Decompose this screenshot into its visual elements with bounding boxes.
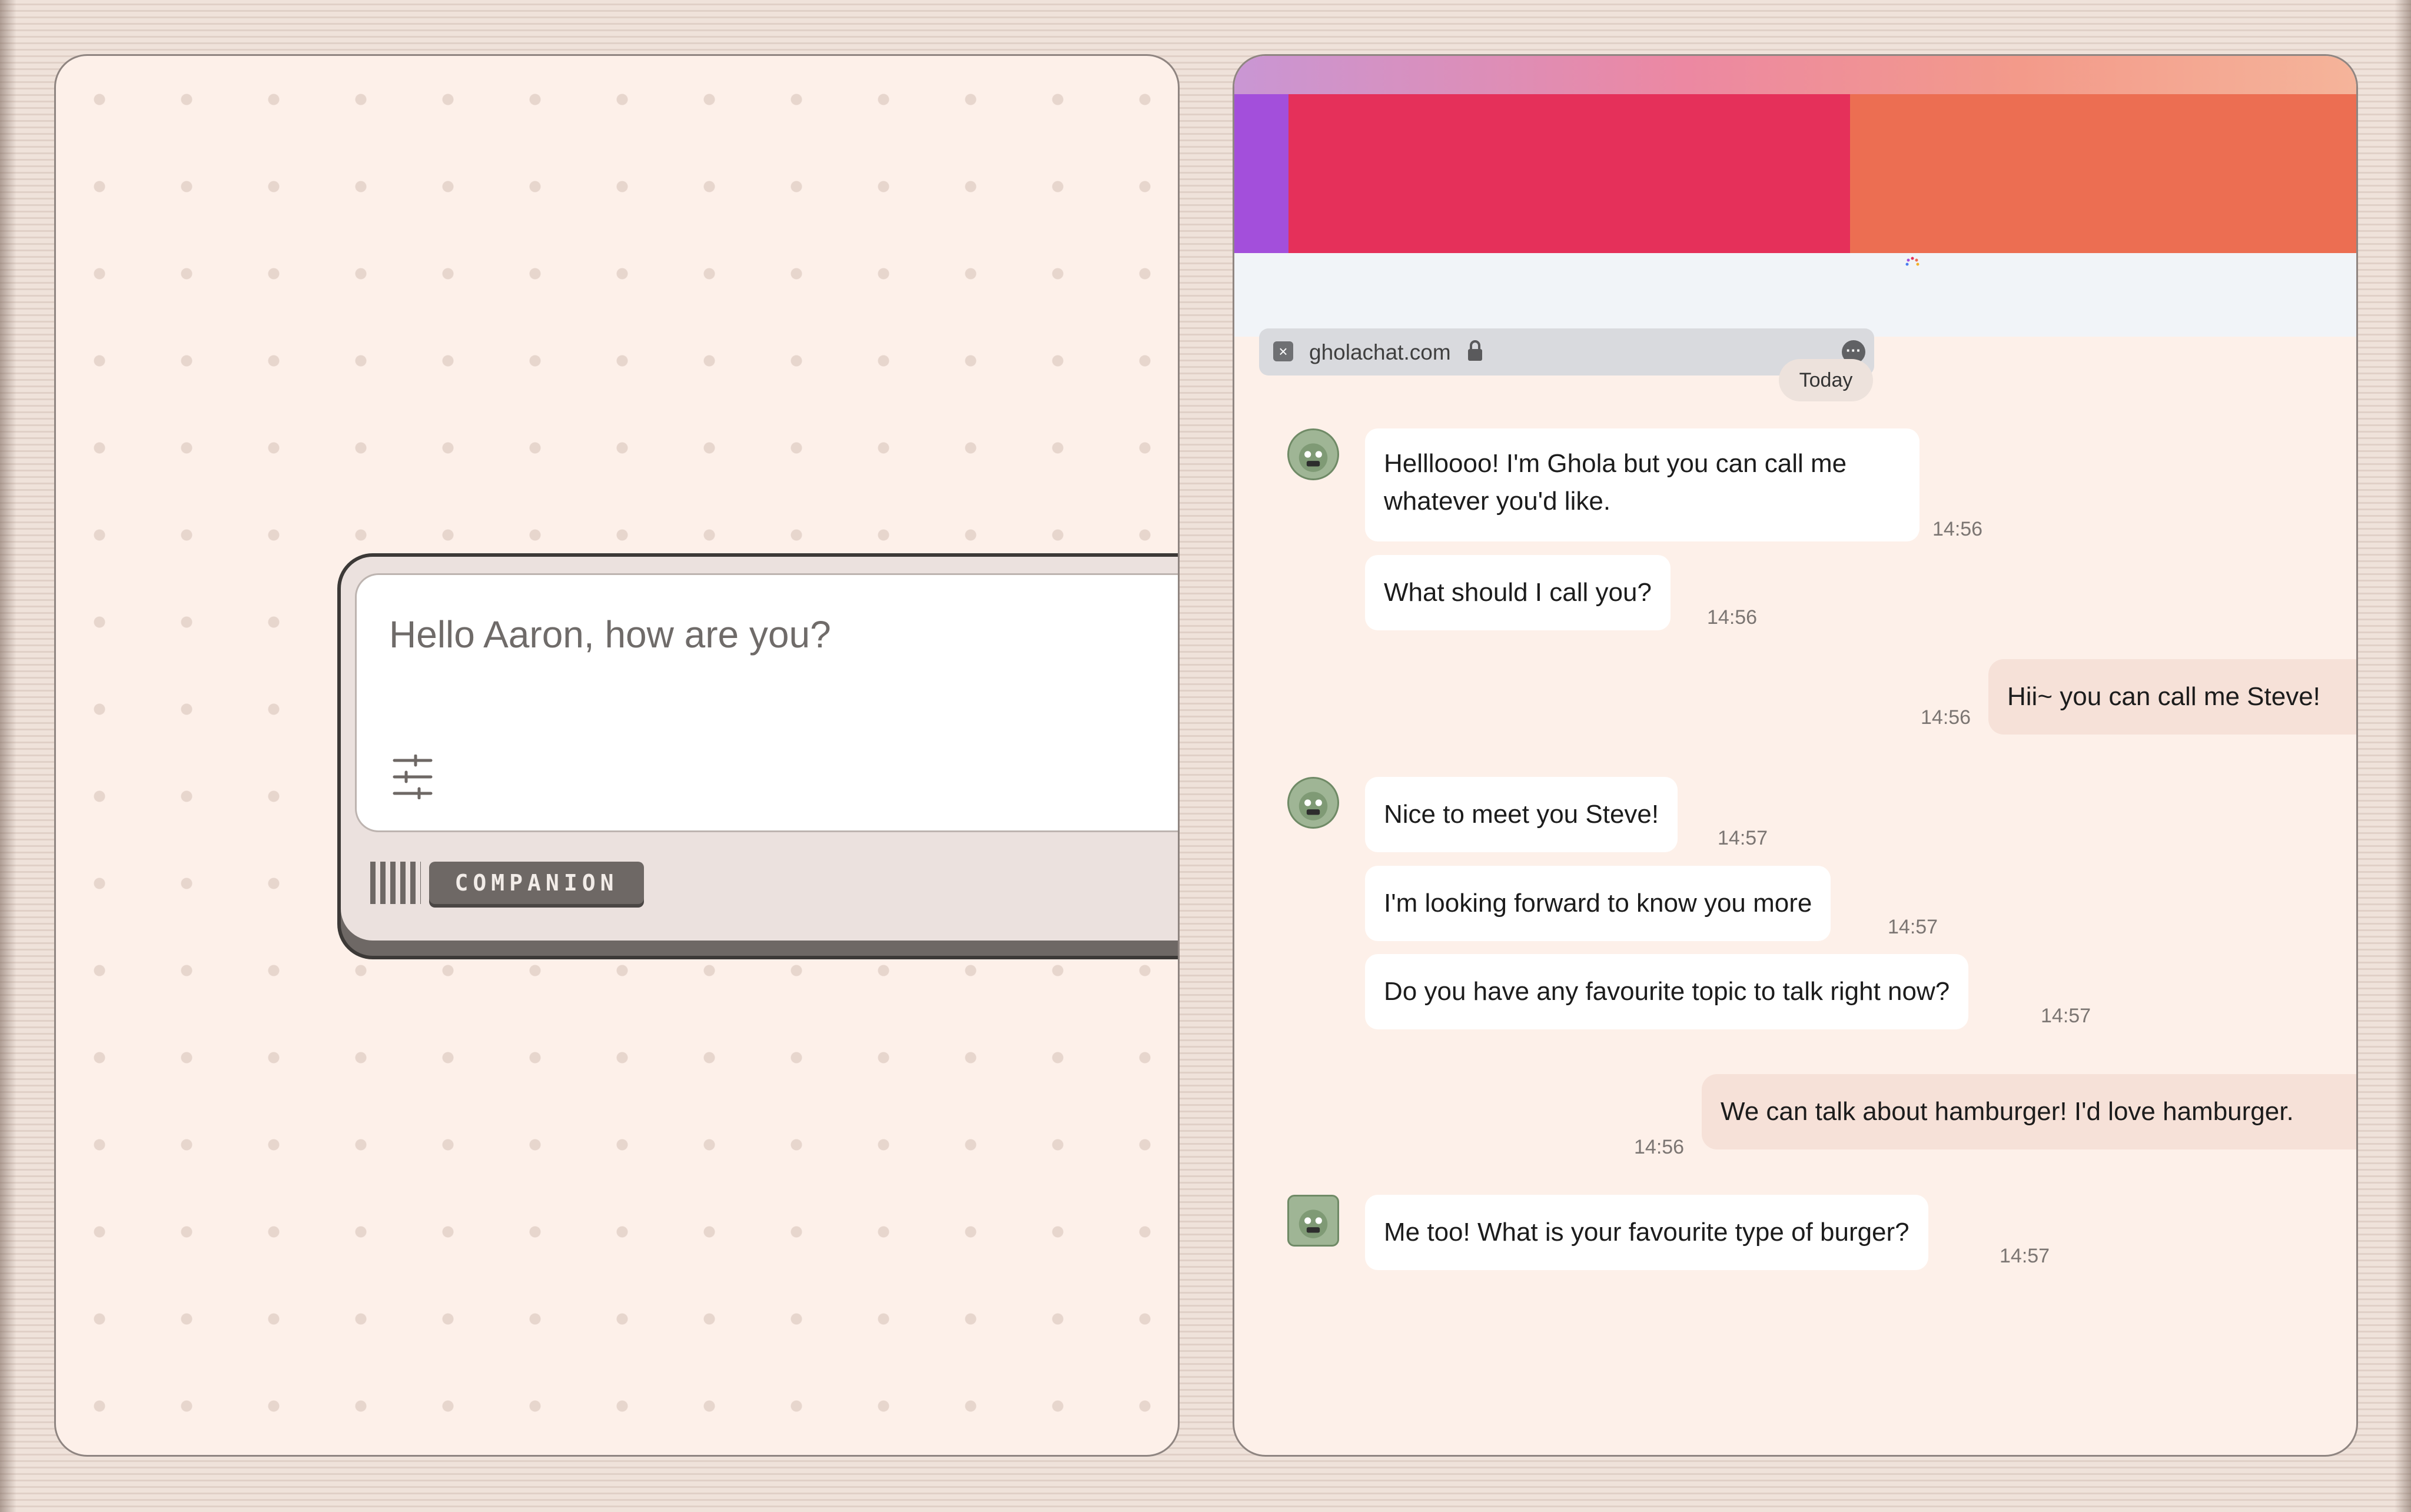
browser-address-area: × gholachat.com ··· [1234,253,2356,375]
composer-body: Hello Aaron, how are you? COMPANION [341,557,1178,941]
url-text: gholachat.com [1309,340,1451,364]
message-timestamp: 14:57 [1888,916,1938,938]
right-edge-shadow [2395,0,2411,1512]
message-timestamp: 14:57 [1718,827,1768,849]
grip-handle-icon[interactable] [370,862,421,904]
message-bubble-incoming: Nice to meet you Steve! [1365,777,1678,852]
gradient-header-strip [1234,56,2356,94]
close-icon[interactable]: × [1273,341,1293,361]
ghola-avatar-icon[interactable] [1287,1195,1339,1247]
message-composer: Hello Aaron, how are you? COMPANION [337,553,1178,959]
message-input[interactable]: Hello Aaron, how are you? [355,573,1178,832]
message-timestamp: 14:57 [2041,1005,2091,1027]
ghola-avatar-icon[interactable] [1287,777,1339,829]
ghola-avatar-icon[interactable] [1287,428,1339,480]
composer-panel: Hello Aaron, how are you? COMPANION [54,54,1180,1457]
left-edge-shadow [0,0,16,1512]
lock-icon [1468,340,1482,361]
message-bubble-outgoing: Hii~ you can call me Steve! [1988,659,2356,735]
message-timestamp: 14:56 [1634,1136,1685,1158]
message-bubble-incoming: Me too! What is your favourite type of b… [1365,1195,1928,1270]
message-bubble-outgoing: We can talk about hamburger! I'd love ha… [1702,1074,2356,1149]
message-bubble-incoming: What should I call you? [1365,555,1671,630]
loading-spinner-icon [1905,257,1919,266]
message-timestamp: 14:57 [2000,1245,2050,1267]
companion-mode-badge[interactable]: COMPANION [429,862,644,904]
chat-panel: × gholachat.com ··· Today Hellloooo! I'm… [1233,54,2358,1457]
message-timestamp: 14:56 [1932,518,1983,540]
orange-color-block [1850,94,2356,253]
message-bubble-incoming: I'm looking forward to know you more [1365,866,1831,941]
message-bubble-incoming: Hellloooo! I'm Ghola but you can call me… [1365,428,1919,541]
settings-sliders-icon[interactable] [392,755,433,799]
date-separator: Today [1779,359,1873,401]
message-input-placeholder: Hello Aaron, how are you? [389,613,831,656]
purple-color-block [1234,94,1288,253]
red-color-block [1288,94,1850,253]
message-bubble-incoming: Do you have any favourite topic to talk … [1365,954,1969,1029]
message-timestamp: 14:56 [1921,706,1971,729]
message-timestamp: 14:56 [1707,606,1758,629]
